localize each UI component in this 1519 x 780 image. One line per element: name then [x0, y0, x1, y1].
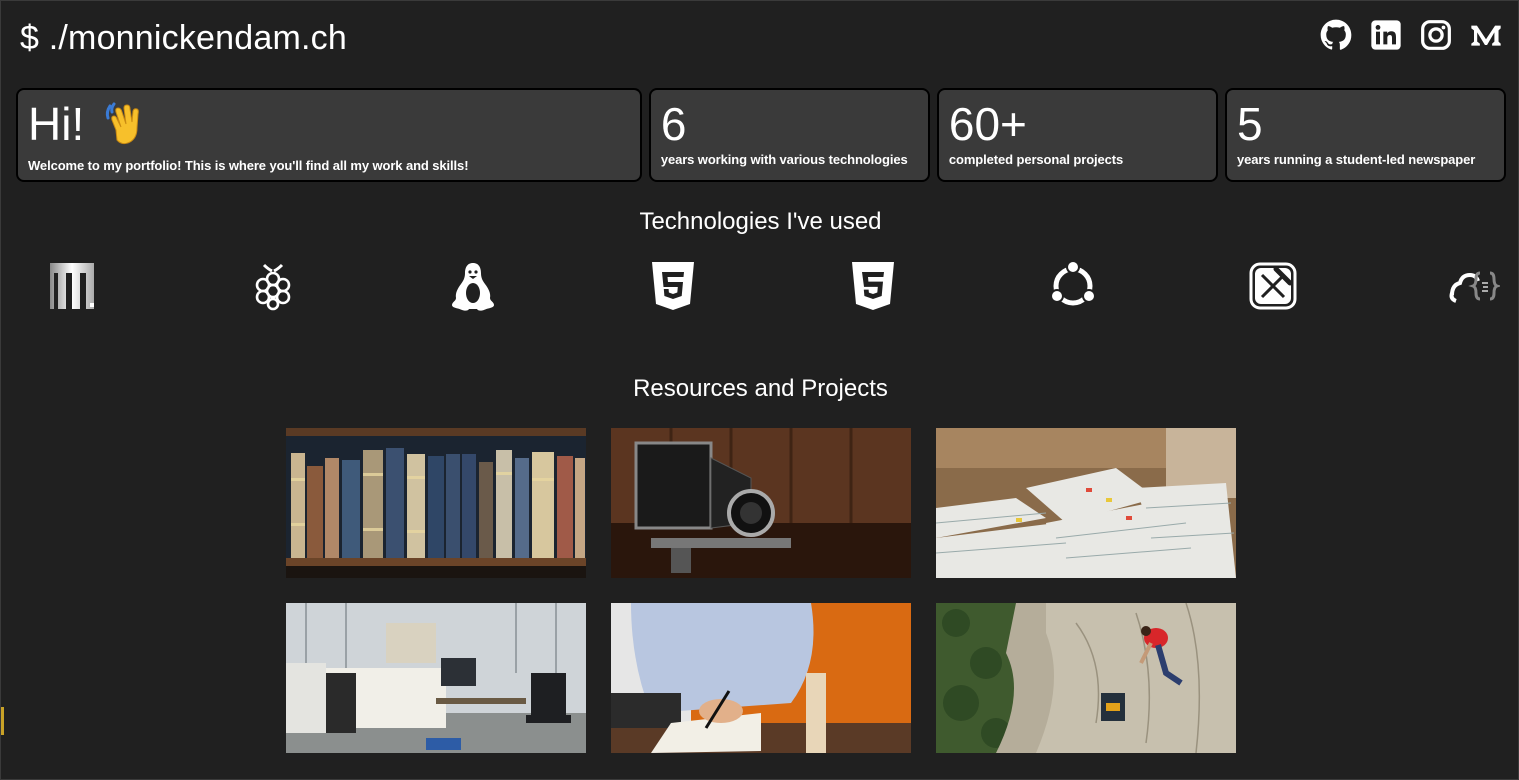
stat-value: 6 [660, 98, 687, 150]
stat-label: years working with various technologies [660, 152, 908, 167]
css3-icon[interactable] [843, 256, 903, 316]
stat-value: 60+ [948, 98, 1027, 150]
resource-tile-office[interactable] [286, 603, 586, 753]
linkedin-icon [1371, 20, 1401, 50]
technologies-row [1, 256, 1519, 316]
stats-row: Hi! Welcome to my portfolio! This is whe… [16, 88, 1506, 182]
resources-title: Resources and Projects [633, 375, 888, 402]
brackets-icon[interactable] [1443, 256, 1503, 316]
vintage-camera-photo [611, 428, 911, 578]
resource-tile-papers[interactable] [936, 428, 1236, 578]
linux-tux-icon[interactable] [443, 256, 503, 316]
site-header: $ ./monnickendam.ch [1, 1, 1519, 79]
welcome-text: Welcome to my portfolio! This is where y… [28, 158, 469, 173]
resource-tile-climber[interactable] [936, 603, 1236, 753]
edge-indicator [1, 707, 4, 735]
stat-value: 5 [1236, 98, 1263, 150]
html5-icon[interactable] [643, 256, 703, 316]
paper-stacks-photo [936, 428, 1236, 578]
rock-climber-photo [936, 603, 1236, 753]
stat-card-newspaper: 5 years running a student-led newspaper [1224, 88, 1506, 182]
medium-link[interactable] [1470, 19, 1502, 51]
instagram-icon [1421, 20, 1451, 50]
person-writing-photo [611, 603, 911, 753]
resource-tile-writing[interactable] [611, 603, 911, 753]
site-title[interactable]: $ ./monnickendam.ch [20, 19, 347, 58]
waving-hand-icon [102, 102, 152, 156]
instagram-link[interactable] [1420, 19, 1452, 51]
stat-label: completed personal projects [948, 152, 1124, 167]
resources-grid [286, 428, 1236, 753]
bookshelf-photo [286, 428, 586, 578]
resource-tile-bookshelf[interactable] [286, 428, 586, 578]
stat-card-projects: 60+ completed personal projects [936, 88, 1218, 182]
resource-tile-camera[interactable] [611, 428, 911, 578]
welcome-card: Hi! Welcome to my portfolio! This is whe… [16, 88, 642, 182]
medium-icon [1471, 25, 1501, 46]
xcode-icon[interactable] [1243, 256, 1303, 316]
mumble-icon[interactable] [43, 256, 103, 316]
raspberry-pi-icon[interactable] [243, 256, 303, 316]
ubuntu-icon[interactable] [1043, 256, 1103, 316]
github-icon [1320, 19, 1352, 50]
stat-card-years: 6 years working with various technologie… [648, 88, 930, 182]
github-link[interactable] [1320, 19, 1352, 51]
stat-label: years running a student-led newspaper [1236, 152, 1476, 167]
technologies-title: Technologies I've used [639, 208, 882, 235]
linkedin-link[interactable] [1370, 19, 1402, 51]
office-desk-photo [286, 603, 586, 753]
social-links [1320, 19, 1502, 51]
welcome-heading: Hi! [28, 98, 630, 156]
